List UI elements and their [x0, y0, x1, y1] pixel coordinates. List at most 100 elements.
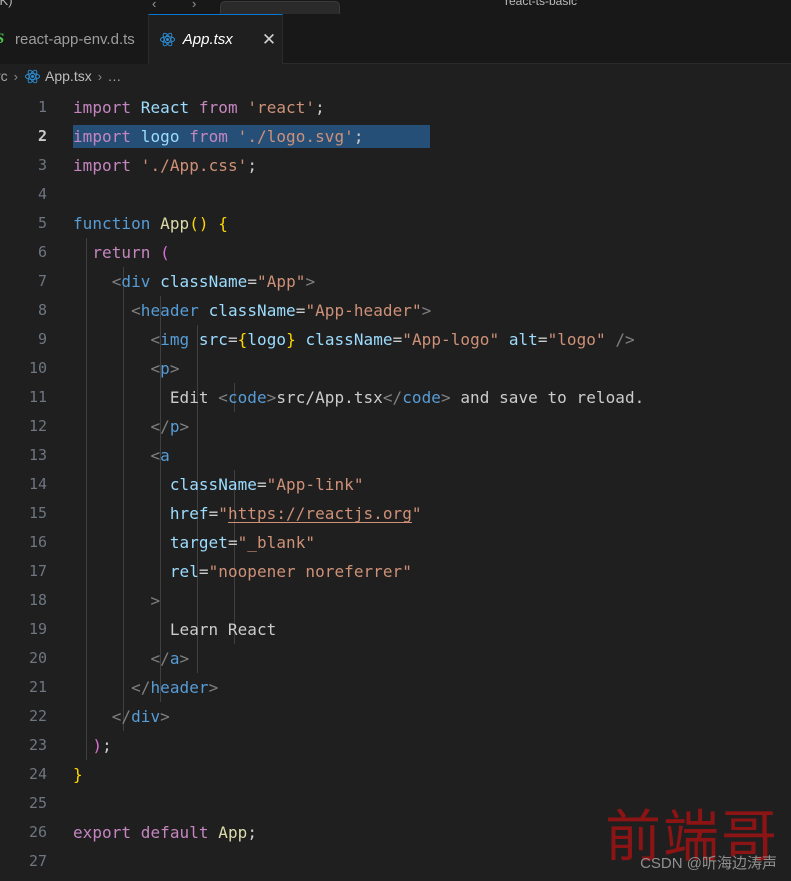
line-number: 17	[28, 562, 47, 580]
code-token: >	[305, 272, 316, 291]
code-token: }	[286, 330, 296, 349]
code-token: <	[150, 359, 161, 378]
tab-react-app-env-d-ts[interactable]: S react-app-env.d.ts	[0, 14, 148, 64]
code-line[interactable]: href="https://reactjs.org"	[73, 499, 422, 528]
tab-app-tsx[interactable]: App.tsx ✕	[147, 14, 284, 64]
code-token: function	[73, 214, 151, 233]
code-line[interactable]: <img src={logo} className="App-logo" alt…	[73, 325, 635, 354]
line-number: 13	[28, 446, 47, 464]
code-token: export	[73, 823, 132, 842]
code-line[interactable]: <div className="App">	[73, 267, 315, 296]
line-number: 11	[28, 388, 47, 406]
code-line[interactable]: </header>	[73, 673, 218, 702]
code-line[interactable]: export default App;	[73, 818, 257, 847]
code-token: href	[169, 504, 209, 523]
command-center-search[interactable]	[220, 1, 340, 14]
code-token: </	[131, 678, 151, 697]
line-number: 14	[28, 475, 47, 493]
code-line[interactable]: </div>	[73, 702, 170, 731]
code-token: )	[92, 736, 103, 755]
line-number: 15	[28, 504, 47, 522]
code-line[interactable]: <a	[73, 441, 170, 470]
code-line[interactable]: className="App-link"	[73, 470, 364, 499]
code-token: =	[256, 475, 267, 494]
code-line[interactable]: <header className="App-header">	[73, 296, 431, 325]
code-line[interactable]: return (	[73, 238, 170, 267]
navigate-back-icon[interactable]: ‹	[152, 0, 156, 11]
line-number: 18	[28, 591, 47, 609]
code-token: "App-link"	[266, 475, 364, 494]
code-token: header	[150, 678, 209, 697]
window-title: react-ts-basic	[505, 0, 578, 8]
code-token: header	[140, 301, 199, 320]
breadcrumb-item-src[interactable]: src	[0, 68, 8, 84]
code-token: <	[111, 272, 122, 291]
close-icon[interactable]: ✕	[262, 31, 276, 48]
breadcrumb-item-app-tsx[interactable]: App.tsx	[45, 68, 92, 84]
code-token: App	[218, 823, 248, 842]
line-number: 9	[37, 330, 47, 348]
code-token: 'react'	[247, 98, 316, 117]
code-token: import	[73, 127, 132, 146]
line-number: 10	[28, 359, 47, 377]
code-token: React	[140, 98, 190, 117]
code-line[interactable]: Learn React	[73, 615, 276, 644]
code-line[interactable]: target="_blank"	[73, 528, 315, 557]
code-token: from	[198, 98, 238, 117]
breadcrumb-item-overflow[interactable]: ...	[108, 68, 121, 84]
code-token: =	[247, 272, 258, 291]
code-token: ;	[247, 823, 258, 842]
code-token: =	[227, 330, 238, 349]
line-number: 21	[28, 678, 47, 696]
code-token: "noopener noreferrer"	[208, 562, 412, 581]
line-number-gutter: 1 2 3 4 5 6 7 8 9 10 11 12 13 14 15 16 17 18 19 20 21 22 23 24 2…	[0, 88, 60, 881]
title-bar: d(K) ‹ › react-ts-basic	[0, 0, 791, 14]
code-token: </	[111, 707, 132, 726]
code-token: <	[150, 446, 161, 465]
code-line[interactable]: >	[73, 586, 160, 615]
code-line[interactable]: );	[73, 731, 112, 760]
code-line[interactable]: import './App.css';	[73, 151, 257, 180]
line-number: 22	[28, 707, 47, 725]
breadcrumb-separator-icon: ›	[97, 68, 103, 84]
code-token: className	[169, 475, 257, 494]
code-line[interactable]: import React from 'react';	[73, 93, 325, 122]
code-line[interactable]: function App() {	[73, 209, 228, 238]
code-token: =	[227, 533, 238, 552]
code-content[interactable]: import React from 'react'; import logo fr…	[60, 88, 791, 881]
code-token: </	[150, 649, 170, 668]
code-token: "App-header"	[305, 301, 422, 320]
code-line[interactable]: <p>	[73, 354, 180, 383]
code-token: >	[208, 678, 219, 697]
code-token: >	[266, 388, 277, 407]
code-token: <	[218, 388, 228, 407]
code-line[interactable]: import logo from './logo.svg';	[73, 122, 364, 151]
code-editor[interactable]: 1 2 3 4 5 6 7 8 9 10 11 12 13 14 15 16 17 18 19 20 21 22 23 24 2…	[0, 88, 791, 881]
code-token: import	[73, 98, 132, 117]
code-token: src/App.tsx	[276, 388, 383, 407]
code-line[interactable]: Edit <code>src/App.tsx</code> and save t…	[73, 383, 644, 412]
line-number: 16	[28, 533, 47, 551]
navigate-forward-icon[interactable]: ›	[192, 0, 196, 11]
line-number: 6	[37, 243, 47, 261]
code-line[interactable]: }	[73, 760, 83, 789]
code-token: "App-logo"	[402, 330, 500, 349]
line-number: 26	[28, 823, 47, 841]
code-line[interactable]: </p>	[73, 412, 189, 441]
line-number: 4	[37, 185, 47, 203]
code-token: }	[73, 765, 83, 784]
code-line[interactable]: </a>	[73, 644, 189, 673]
code-line[interactable]: rel="noopener noreferrer"	[73, 557, 412, 586]
code-token: and save to reload.	[450, 388, 645, 407]
